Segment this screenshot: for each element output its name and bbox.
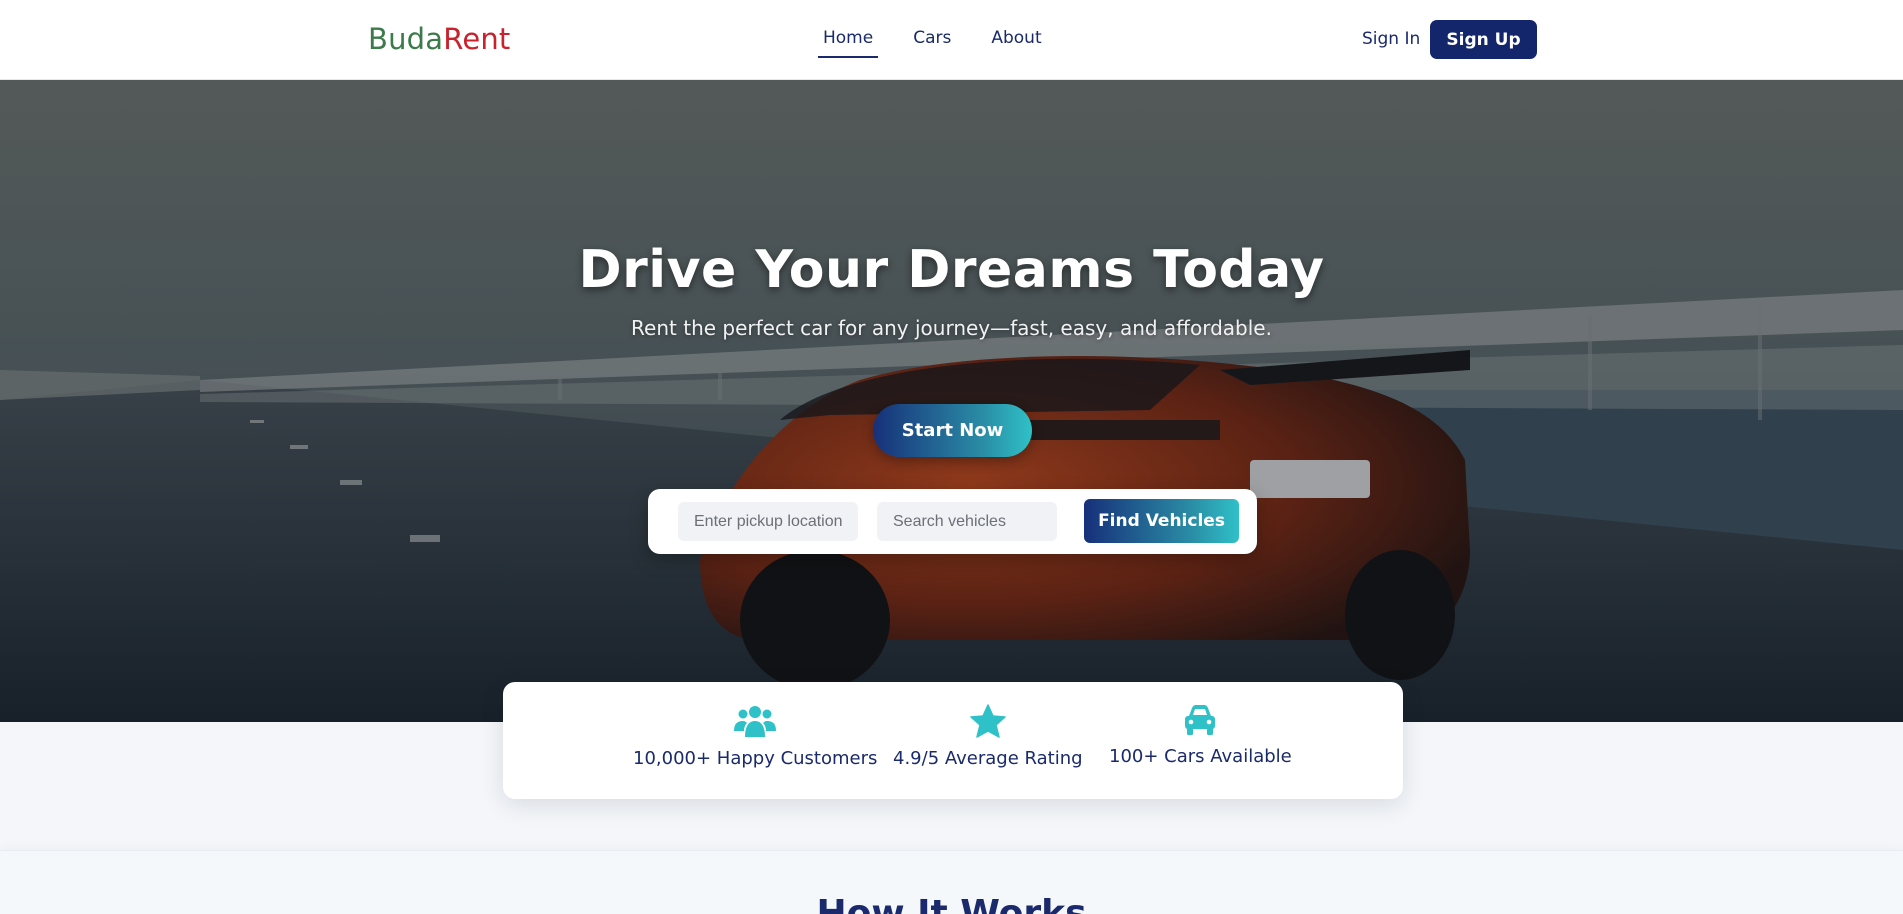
car-icon [1185, 705, 1216, 735]
stat-customers: 10,000+ Happy Customers [633, 704, 877, 769]
section-title: How It Works [816, 893, 1087, 914]
hero-title: Drive Your Dreams Today [578, 240, 1325, 300]
pickup-location-input[interactable] [678, 502, 858, 541]
hero-subtitle: Rent the perfect car for any journey—fas… [631, 316, 1272, 340]
sign-in-link[interactable]: Sign In [1362, 29, 1420, 49]
start-now-button[interactable]: Start Now [873, 404, 1032, 457]
nav-link-home[interactable]: Home [818, 28, 879, 58]
how-it-works-section: How It Works [0, 850, 1903, 914]
stat-label: 4.9/5 Average Rating [893, 748, 1083, 769]
find-vehicles-button[interactable]: Find Vehicles [1084, 499, 1239, 543]
stat-label: 100+ Cars Available [1109, 746, 1292, 767]
logo-part-1: Buda [368, 22, 444, 56]
logo[interactable]: BudaRent [368, 22, 511, 56]
nav-link-cars[interactable]: Cars [908, 28, 956, 58]
navbar: BudaRent Home Cars About Sign In Sign Up [0, 0, 1903, 80]
stat-cars: 100+ Cars Available [1109, 704, 1292, 767]
sign-up-button[interactable]: Sign Up [1430, 20, 1537, 59]
search-bar: Find Vehicles [648, 489, 1257, 554]
stat-label: 10,000+ Happy Customers [633, 748, 878, 769]
hero-overlay [0, 80, 1903, 722]
search-vehicles-input[interactable] [877, 502, 1057, 541]
logo-part-2: Rent [443, 22, 511, 56]
hero-section [0, 80, 1903, 722]
stat-rating: 4.9/5 Average Rating [893, 704, 1083, 769]
nav-link-about[interactable]: About [986, 28, 1046, 58]
stats-card: 10,000+ Happy Customers 4.9/5 Average Ra… [503, 682, 1403, 799]
star-icon [970, 704, 1006, 738]
main-nav: Home Cars About [818, 28, 1077, 58]
users-icon [734, 706, 777, 737]
